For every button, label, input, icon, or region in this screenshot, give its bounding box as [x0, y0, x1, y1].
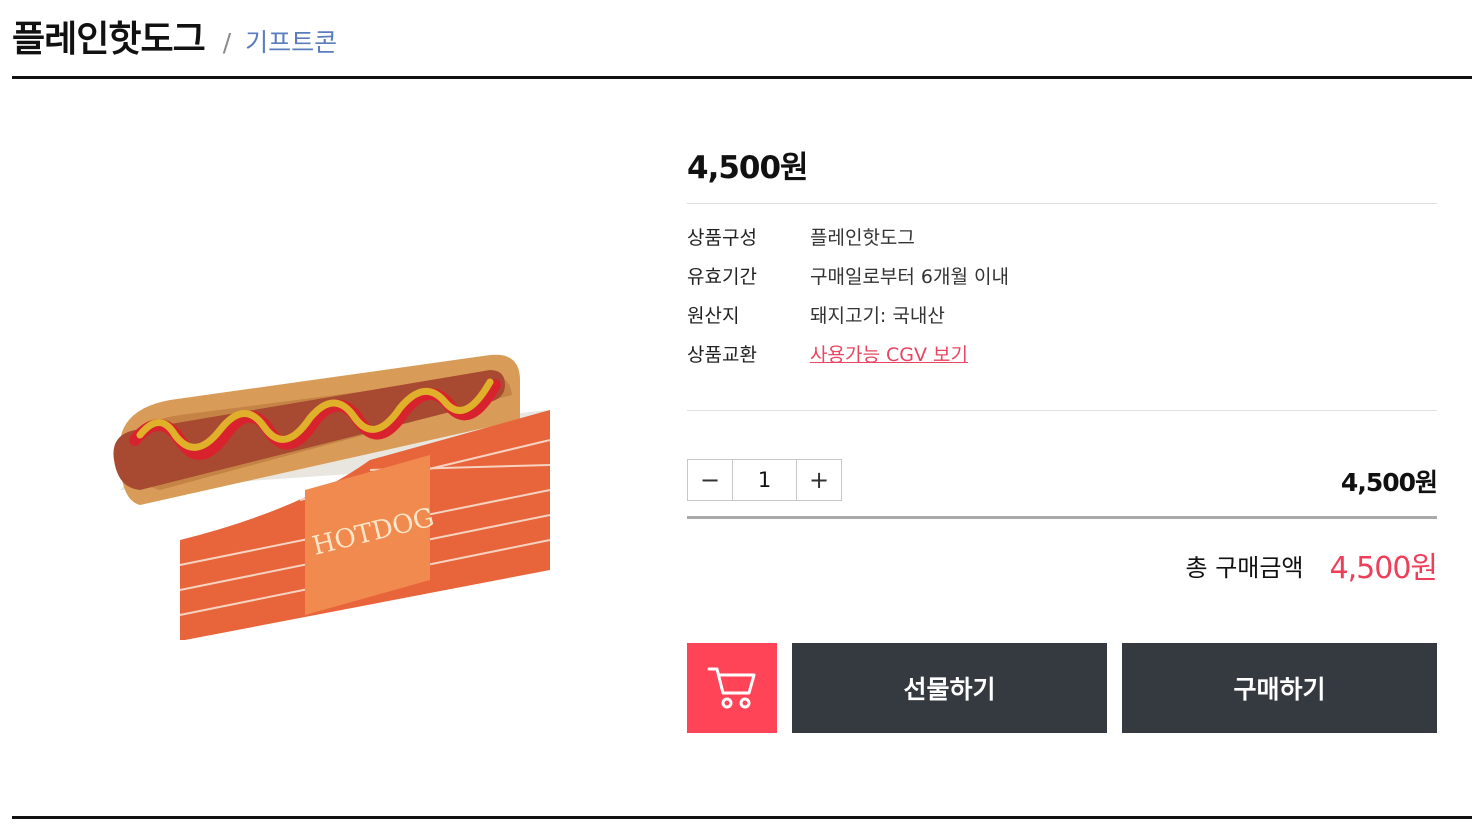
increase-quantity-button[interactable]: + — [797, 460, 841, 500]
quantity-area: − 1 + 4,500원 — [687, 411, 1438, 519]
total-label: 총 구매금액 — [1185, 553, 1304, 582]
page-header: 플레인핫도그 / 기프트콘 — [12, 14, 1472, 79]
spec-value: 구매일로부터 6개월 이내 — [810, 266, 1009, 288]
spec-row-validity: 유효기간 구매일로부터 6개월 이내 — [687, 264, 1437, 303]
product-info: 4,500원 상품구성 플레인핫도그 유효기간 구매일로부터 6개월 이내 원산… — [687, 130, 1438, 733]
decrease-quantity-button[interactable]: − — [688, 460, 732, 500]
product-price: 4,500원 — [687, 130, 1437, 204]
total-price: 4,500원 — [1329, 551, 1438, 586]
hotdog-product-image: HOTDOG — [113, 354, 551, 640]
spec-value: 플레인핫도그 — [810, 227, 915, 249]
page-title: 플레인핫도그 — [12, 19, 206, 60]
spec-label: 상품구성 — [687, 227, 757, 249]
purchase-actions: 선물하기 구매하기 — [687, 643, 1437, 733]
breadcrumb-separator: / — [222, 28, 232, 57]
line-price: 4,500원 — [1340, 468, 1438, 497]
gift-button[interactable]: 선물하기 — [792, 643, 1107, 733]
spec-value: 돼지고기: 국내산 — [810, 305, 945, 327]
buy-button[interactable]: 구매하기 — [1122, 643, 1437, 733]
category-breadcrumb: / 기프트콘 — [223, 17, 337, 69]
quantity-input[interactable]: 1 — [732, 460, 797, 500]
total-amount: 총 구매금액 4,500원 — [687, 519, 1438, 643]
spec-label: 원산지 — [687, 305, 740, 327]
cart-icon — [707, 667, 756, 709]
bottom-divider — [12, 816, 1472, 819]
spec-row-origin: 원산지 돼지고기: 국내산 — [687, 303, 1437, 342]
spec-label: 유효기간 — [687, 266, 757, 288]
available-cgv-link[interactable]: 사용가능 CGV 보기 — [810, 342, 968, 381]
add-to-cart-button[interactable] — [687, 643, 777, 733]
product-spec-list: 상품구성 플레인핫도그 유효기간 구매일로부터 6개월 이내 원산지 돼지고기:… — [687, 204, 1437, 411]
spec-row-exchange: 상품교환 사용가능 CGV 보기 — [687, 342, 1437, 381]
spec-label: 상품교환 — [687, 344, 757, 366]
quantity-stepper: − 1 + — [687, 459, 842, 501]
spec-row-composition: 상품구성 플레인핫도그 — [687, 225, 1437, 264]
category-label: 기프트콘 — [245, 28, 338, 57]
